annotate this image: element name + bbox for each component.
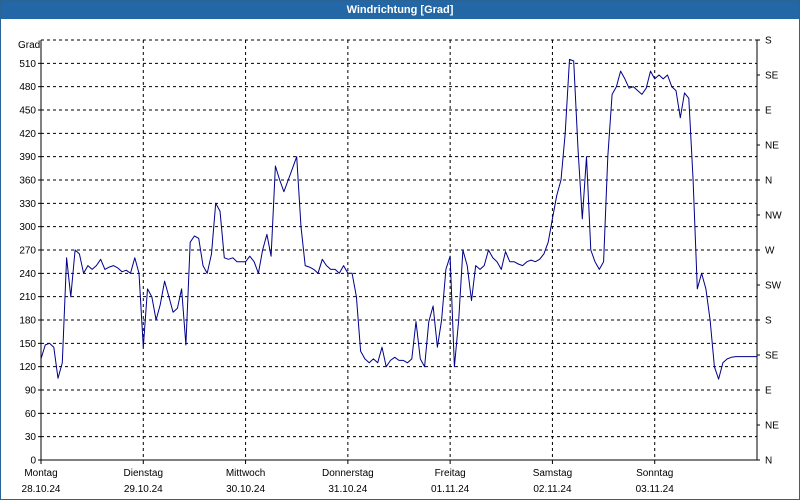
y2-tick-label: E bbox=[765, 386, 772, 397]
y-tick-label: 510 bbox=[19, 59, 36, 70]
y-tick-label: 240 bbox=[19, 269, 36, 280]
x-tick-label-date: 01.11.24 bbox=[431, 484, 470, 495]
series-layer bbox=[40, 58, 757, 380]
y2-tick-label: SE bbox=[765, 71, 779, 82]
y2-tick-label: N bbox=[765, 176, 772, 187]
x-tick-label-day: Mittwoch bbox=[226, 468, 265, 479]
y-tick-label: 210 bbox=[19, 292, 36, 303]
y2-tick-label: NE bbox=[765, 141, 779, 152]
x-tick-label-date: 31.10.24 bbox=[328, 484, 367, 495]
x-tick-label-date: 28.10.24 bbox=[22, 484, 61, 495]
y-tick-label: 270 bbox=[19, 246, 36, 257]
x-tick-label-date: 30.10.24 bbox=[226, 484, 265, 495]
y-tick-label: 30 bbox=[25, 432, 37, 443]
y-tick-label: 120 bbox=[19, 362, 36, 373]
y-tick-label: 420 bbox=[19, 129, 36, 140]
x-tick-label-day: Montag bbox=[24, 468, 57, 479]
y-tick-label: 60 bbox=[25, 409, 37, 420]
y2-tick-label: W bbox=[765, 246, 775, 257]
y2-tick-label: S bbox=[765, 316, 772, 327]
wind-direction-chart: 0 30 60 90 120 150 180 210 240 270 300 330 360 390 420… bbox=[18, 36, 782, 496]
y2-tick-label: SE bbox=[765, 351, 779, 362]
y-axis-label: Grad bbox=[18, 40, 40, 51]
y-tick-label: 180 bbox=[19, 316, 36, 327]
y-tick-label: 150 bbox=[19, 339, 36, 350]
y2-tick-label: NE bbox=[765, 421, 779, 432]
y-tick-label: 390 bbox=[19, 152, 36, 163]
y-tick-label: 360 bbox=[19, 176, 36, 187]
y-tick-label: 330 bbox=[19, 199, 36, 210]
y-tick-label: 480 bbox=[19, 82, 36, 93]
x-tick-label-day: Donnerstag bbox=[322, 468, 374, 479]
y2-tick-label: SW bbox=[765, 281, 782, 292]
x-tick-label-day: Freitag bbox=[435, 468, 466, 479]
y2-tick-label: E bbox=[765, 106, 772, 117]
axes bbox=[38, 39, 760, 464]
y2-tick-label: N bbox=[765, 456, 772, 467]
x-tick-label-date: 02.11.24 bbox=[533, 484, 572, 495]
grid bbox=[41, 39, 757, 460]
y-tick-label: 0 bbox=[30, 456, 36, 467]
x-tick-label-day: Sonntag bbox=[636, 468, 673, 479]
y-tick-label: 300 bbox=[19, 222, 36, 233]
y-tick-label: 450 bbox=[19, 106, 36, 117]
y2-tick-label: NW bbox=[765, 211, 782, 222]
x-tick-label-day: Dienstag bbox=[124, 468, 163, 479]
x-tick-label-day: Samstag bbox=[533, 468, 572, 479]
x-tick-label-date: 03.11.24 bbox=[636, 484, 675, 495]
x-tick-label-date: 29.10.24 bbox=[124, 484, 163, 495]
y2-tick-label: S bbox=[765, 36, 772, 47]
series-line bbox=[40, 58, 757, 380]
y-tick-label: 90 bbox=[25, 386, 37, 397]
